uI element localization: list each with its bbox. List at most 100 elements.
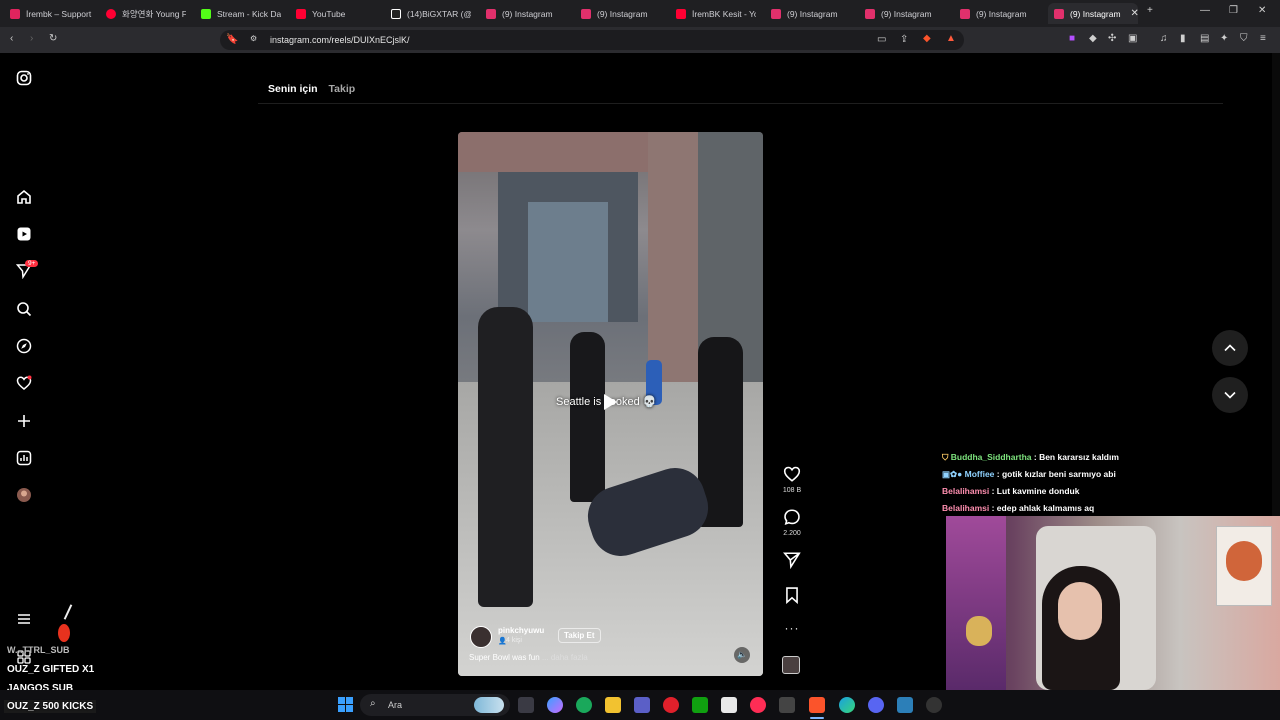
vpn-shield-icon[interactable]: ⛉ <box>1240 33 1248 44</box>
webcam-poster-art <box>1226 541 1262 581</box>
audio-thumbnail[interactable] <box>782 656 800 674</box>
store-icon[interactable] <box>721 697 737 713</box>
create-plus-icon[interactable] <box>14 411 34 431</box>
more-link[interactable]: ... daha fazla <box>542 653 588 662</box>
more-menu-icon[interactable] <box>14 609 34 629</box>
building-facade <box>458 132 648 172</box>
browser-tab[interactable]: (9) Instagram <box>486 3 566 24</box>
reels-icon[interactable] <box>14 224 34 244</box>
browser-tab[interactable]: (9) Instagram <box>865 3 945 24</box>
edge-icon[interactable] <box>839 697 855 713</box>
explore-compass-icon[interactable] <box>14 336 34 356</box>
xbox-icon[interactable] <box>692 697 708 713</box>
stream-alert-graphic <box>58 604 73 644</box>
instagram-logo-icon[interactable] <box>14 68 34 88</box>
reel-author-avatar[interactable] <box>470 626 492 648</box>
tab-label: (14)BiGXTAR (@b <box>407 8 471 19</box>
tab-label: (9) Instagram <box>502 8 553 19</box>
extensions-puzzle-icon[interactable]: ✣ <box>1108 33 1116 44</box>
file-explorer-icon[interactable] <box>605 697 621 713</box>
back-icon[interactable]: ‹ <box>10 33 13 44</box>
site-info-icon[interactable]: ⚙ <box>250 34 257 43</box>
mute-icon[interactable]: 🔈 <box>734 647 750 663</box>
leo-ai-icon[interactable]: ✦ <box>1220 33 1228 44</box>
home-icon[interactable] <box>14 187 34 207</box>
divider <box>258 103 1223 104</box>
discord-icon[interactable] <box>868 697 884 713</box>
close-tab-icon[interactable]: ✕ <box>1131 8 1138 19</box>
comment-icon[interactable] <box>782 508 802 531</box>
person-figure <box>570 332 605 502</box>
screenshot-icon[interactable]: ▣ <box>1128 33 1137 44</box>
windows-start-icon[interactable] <box>338 697 353 712</box>
maximize-icon[interactable]: ❐ <box>1229 5 1238 16</box>
media-icon[interactable]: ♫ <box>1160 33 1168 44</box>
menu-icon[interactable]: ≡ <box>1260 33 1266 44</box>
task-view-icon[interactable] <box>518 697 534 713</box>
browser-tab[interactable]: YouTube <box>296 3 376 24</box>
browser-tab[interactable]: (9) Instagram <box>960 3 1040 24</box>
share-icon[interactable]: ⇪ <box>900 34 908 45</box>
dashboard-icon[interactable] <box>14 448 34 468</box>
app-icon[interactable] <box>576 697 592 713</box>
notifications-heart-icon[interactable] <box>14 373 34 393</box>
follow-button[interactable]: Takip Et <box>558 628 601 643</box>
address-bar[interactable]: 🔖 ⚙ instagram.com/reels/DUIXnECjslK/ ▭ ⇪… <box>220 30 964 50</box>
teams-icon[interactable] <box>634 697 650 713</box>
browser-tab[interactable]: (9) Instagram <box>581 3 661 24</box>
wallet-icon[interactable]: ▤ <box>1200 33 1209 44</box>
stream-alert-line: W...TTRL_SUB <box>7 645 70 655</box>
chat-message: Belalihamsi : Lut kavmine donduk <box>942 486 1079 496</box>
play-icon[interactable] <box>604 394 617 410</box>
taskbar-search[interactable]: ⌕ Ara <box>360 694 510 716</box>
extension-icon[interactable]: ◆ <box>1089 33 1097 44</box>
previous-reel-button[interactable] <box>1212 330 1248 366</box>
extension-icon[interactable]: ■ <box>1069 33 1075 44</box>
profile-avatar[interactable] <box>14 485 34 505</box>
app-icon[interactable] <box>926 697 942 713</box>
cast-icon[interactable]: ▭ <box>877 34 886 45</box>
copilot-icon[interactable] <box>547 697 563 713</box>
media-player-icon[interactable] <box>750 697 766 713</box>
minimize-icon[interactable]: — <box>1200 5 1210 16</box>
search-icon: ⌕ <box>370 698 376 709</box>
tab-favicon-icon <box>771 8 781 19</box>
tab-for-you[interactable]: Senin için <box>268 83 318 95</box>
badge-icon: ▣✿● <box>942 469 965 479</box>
browser-tab[interactable]: (14)BiGXTAR (@b <box>391 3 471 24</box>
bookmark-icon[interactable]: 🔖 <box>226 34 238 45</box>
reel-username[interactable]: pinkchyuwu <box>498 626 544 635</box>
browser-tab[interactable]: İrembk – Support <box>10 3 98 24</box>
chat-message: Belalihamsi : edep ahlak kalmamıs aq <box>942 503 1094 513</box>
sidebar-toggle-icon[interactable]: ▮ <box>1180 33 1186 44</box>
tab-favicon-icon <box>865 8 875 19</box>
tab-label: Stream - Kick Da <box>217 8 281 19</box>
forward-icon[interactable]: › <box>30 33 33 44</box>
browser-tab[interactable]: 화양연화 Young F <box>106 3 186 24</box>
browser-tab-active[interactable]: (9) Instagram ✕ <box>1048 3 1138 24</box>
brave-rewards-icon[interactable]: ▲ <box>946 33 956 44</box>
browser-tab[interactable]: Stream - Kick Da <box>201 3 281 24</box>
app-icon[interactable] <box>897 697 913 713</box>
more-options-icon[interactable]: ··· <box>782 621 802 635</box>
reel-video[interactable]: Seattle is cooked 💀 pinkchyuwu 👤 4 kişi … <box>458 132 763 676</box>
tab-label: (9) Instagram <box>787 8 838 19</box>
brave-shield-icon[interactable]: ◆ <box>923 33 931 44</box>
next-reel-button[interactable] <box>1212 377 1248 413</box>
new-tab-icon[interactable]: + <box>1147 5 1153 16</box>
window-close-icon[interactable]: ✕ <box>1258 5 1266 16</box>
brave-browser-icon[interactable] <box>809 697 825 713</box>
app-icon[interactable] <box>779 697 795 713</box>
feed-tabs: Senin için Takip <box>268 83 363 95</box>
like-heart-icon[interactable] <box>782 465 802 488</box>
share-send-icon[interactable] <box>782 551 802 574</box>
tab-label: (9) Instagram <box>881 8 932 19</box>
chat-text: : Lut kavmine donduk <box>989 486 1080 496</box>
browser-tab[interactable]: İremBK Kesit - Yo <box>676 3 756 24</box>
search-icon[interactable] <box>14 299 34 319</box>
opera-icon[interactable] <box>663 697 679 713</box>
browser-tab[interactable]: (9) Instagram <box>771 3 851 24</box>
tab-following[interactable]: Takip <box>329 83 356 95</box>
save-bookmark-icon[interactable] <box>782 586 802 609</box>
reload-icon[interactable]: ↻ <box>49 33 57 44</box>
